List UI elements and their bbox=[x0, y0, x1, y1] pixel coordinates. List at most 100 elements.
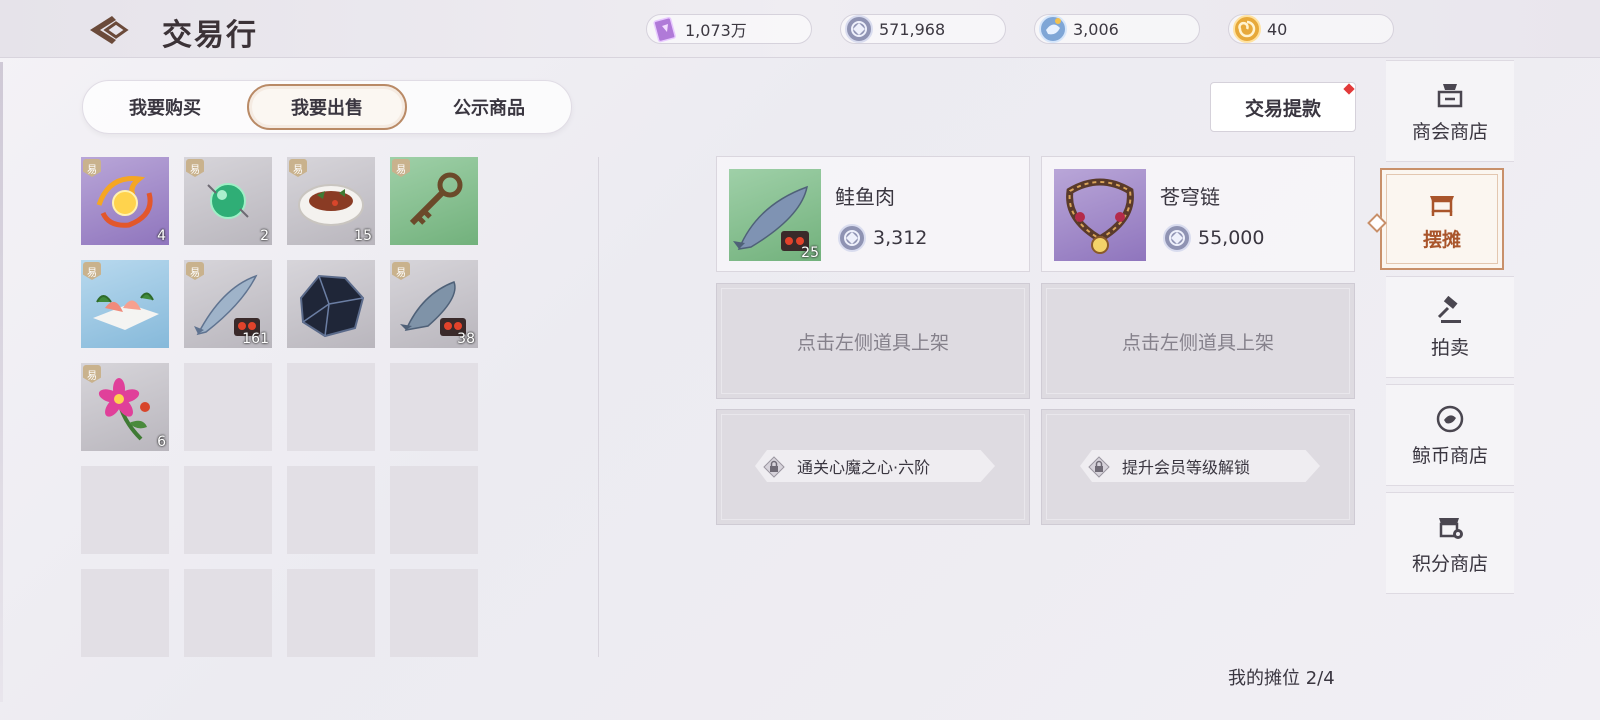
silver-coin-icon bbox=[1163, 224, 1191, 252]
side-item-label: 商会商店 bbox=[1411, 120, 1488, 143]
listing-price: 55,000 bbox=[1198, 227, 1265, 249]
tab-public-goods[interactable]: 公示商品 bbox=[409, 84, 569, 130]
tab-buy[interactable]: 我要购买 bbox=[85, 84, 245, 130]
slender-fish-icon bbox=[194, 274, 260, 336]
river-fish-icon bbox=[400, 281, 466, 336]
left-border-decoration bbox=[0, 62, 3, 702]
stall-listing[interactable]: 25 鲑鱼肉 3,312 bbox=[716, 156, 1030, 272]
currency-crystal[interactable]: 1,073万 bbox=[646, 14, 812, 44]
item-count: 161 bbox=[242, 331, 269, 347]
sashimi-platter-icon bbox=[93, 292, 159, 330]
empty-inventory-slot bbox=[81, 569, 169, 657]
unlock-condition-text: 通关心魔之心·六阶 bbox=[797, 458, 931, 477]
side-item-label: 拍卖 bbox=[1430, 336, 1469, 359]
notification-dot bbox=[1343, 83, 1355, 95]
side-item-guild-shop[interactable]: 商会商店 bbox=[1386, 60, 1514, 162]
unlock-condition-text: 提升会员等级解锁 bbox=[1122, 458, 1251, 477]
currency-whale[interactable]: 3,006 bbox=[1034, 14, 1200, 44]
listing-thumbnail: 25 bbox=[729, 169, 821, 261]
silver-coin-icon bbox=[838, 224, 866, 252]
currency-value: 3,006 bbox=[1073, 19, 1119, 39]
guild-shop-icon bbox=[1434, 79, 1466, 111]
page-title: 交易行 bbox=[162, 18, 258, 53]
locked-stall-slot: 提升会员等级解锁 bbox=[1041, 409, 1355, 525]
empty-slot-hint: 点击左侧道具上架 bbox=[1121, 331, 1274, 354]
inventory-item[interactable]: 易 15 bbox=[287, 157, 375, 245]
listing-name: 苍穹链 bbox=[1160, 185, 1220, 209]
whale-shop-icon bbox=[1434, 403, 1466, 435]
sky-necklace-icon bbox=[1066, 178, 1134, 254]
inventory-item[interactable]: 易 38 bbox=[390, 260, 478, 348]
listing-name: 鲑鱼肉 bbox=[835, 185, 895, 209]
currency-gold[interactable]: 40 bbox=[1228, 14, 1394, 44]
empty-inventory-slot bbox=[287, 466, 375, 554]
item-count: 2 bbox=[260, 228, 269, 244]
listing-price: 3,312 bbox=[873, 227, 928, 249]
side-item-whale-shop[interactable]: 鲸币商店 bbox=[1386, 384, 1514, 486]
empty-inventory-slot bbox=[390, 569, 478, 657]
unlock-condition: 通关心魔之心·六阶 bbox=[755, 450, 995, 482]
top-bar: 交易行 1,073万 571,968 3,006 40 bbox=[0, 0, 1600, 58]
empty-inventory-slot bbox=[390, 363, 478, 451]
empty-inventory-slot bbox=[184, 466, 272, 554]
side-item-label: 摆摊 bbox=[1422, 228, 1461, 251]
trade-tabs: 我要购买 我要出售 公示商品 bbox=[82, 80, 572, 134]
gavel-icon bbox=[1434, 295, 1466, 327]
currency-silver[interactable]: 571,968 bbox=[840, 14, 1006, 44]
empty-inventory-slot bbox=[287, 569, 375, 657]
dark-ore-icon bbox=[299, 274, 365, 338]
empty-inventory-slot bbox=[184, 569, 272, 657]
stall-status: 我的摊位 2/4 bbox=[1228, 668, 1335, 689]
empty-inventory-slot bbox=[390, 466, 478, 554]
withdraw-label: 交易提款 bbox=[1244, 97, 1321, 120]
item-count: 38 bbox=[457, 331, 475, 347]
inventory-grid: 易 4 易 2 易 15 易 易 易 161 易 38 易 6 bbox=[81, 157, 478, 657]
inventory-item[interactable]: 易 bbox=[390, 157, 478, 245]
points-shop-icon bbox=[1434, 511, 1466, 543]
pink-flower-icon bbox=[98, 378, 150, 441]
side-item-label: 鲸币商店 bbox=[1411, 444, 1488, 467]
phoenix-orb-icon bbox=[96, 176, 153, 228]
back-button[interactable] bbox=[84, 10, 134, 50]
lock-icon bbox=[1088, 456, 1110, 478]
empty-inventory-slot bbox=[184, 363, 272, 451]
empty-stall-slot[interactable]: 点击左侧道具上架 bbox=[1041, 283, 1355, 399]
currency-value: 1,073万 bbox=[685, 21, 747, 40]
inventory-item[interactable]: 易 4 bbox=[81, 157, 169, 245]
empty-slot-hint: 点击左侧道具上架 bbox=[796, 331, 949, 354]
item-count: 25 bbox=[801, 245, 819, 261]
empty-stall-slot[interactable]: 点击左侧道具上架 bbox=[716, 283, 1030, 399]
side-item-points-shop[interactable]: 积分商店 bbox=[1386, 492, 1514, 594]
inventory-item[interactable]: 易 2 bbox=[184, 157, 272, 245]
gold-swirl-coin-icon bbox=[1231, 13, 1263, 45]
item-count: 6 bbox=[157, 434, 166, 450]
inventory-item[interactable]: 易 161 bbox=[184, 260, 272, 348]
currency-value: 40 bbox=[1267, 19, 1288, 39]
side-item-label: 积分商店 bbox=[1411, 552, 1488, 575]
green-orb-icon bbox=[207, 183, 249, 219]
crystal-card-icon bbox=[649, 13, 681, 45]
fish-dish-icon bbox=[298, 184, 364, 226]
listing-thumbnail bbox=[1054, 169, 1146, 261]
back-arrow-icon bbox=[90, 16, 129, 44]
stall-listing[interactable]: 苍穹链 55,000 bbox=[1041, 156, 1355, 272]
side-item-stall[interactable]: 摆摊 bbox=[1367, 168, 1504, 270]
side-item-auction[interactable]: 拍卖 bbox=[1386, 276, 1514, 378]
item-count: 15 bbox=[354, 228, 372, 244]
lock-icon bbox=[763, 456, 785, 478]
item-count: 4 bbox=[157, 228, 166, 244]
whale-coin-icon bbox=[1037, 13, 1069, 45]
stall-icon bbox=[1426, 187, 1458, 219]
tab-sell[interactable]: 我要出售 bbox=[247, 84, 407, 130]
inventory-item[interactable]: 易 bbox=[81, 260, 169, 348]
silver-coin-icon bbox=[843, 13, 875, 45]
empty-inventory-slot bbox=[287, 363, 375, 451]
unlock-condition: 提升会员等级解锁 bbox=[1080, 450, 1320, 482]
currency-value: 571,968 bbox=[879, 19, 946, 39]
panel-divider bbox=[598, 157, 599, 657]
locked-stall-slot: 通关心魔之心·六阶 bbox=[716, 409, 1030, 525]
inventory-item[interactable] bbox=[287, 260, 375, 348]
bronze-key-icon bbox=[409, 172, 463, 226]
inventory-item[interactable]: 易 6 bbox=[81, 363, 169, 451]
withdraw-button[interactable]: 交易提款 bbox=[1210, 82, 1356, 132]
